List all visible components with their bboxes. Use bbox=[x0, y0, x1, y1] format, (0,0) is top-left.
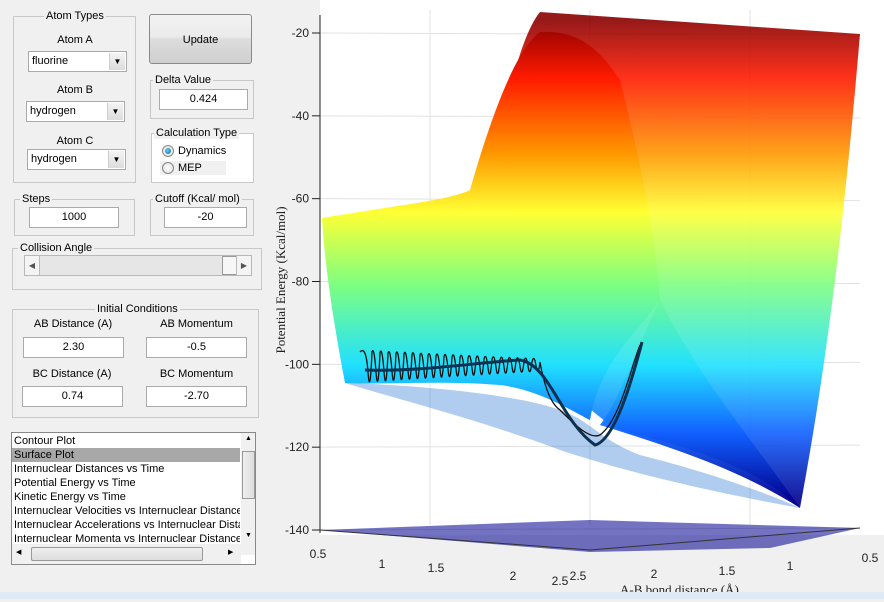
ab-distance-input[interactable]: 2.30 bbox=[23, 337, 124, 358]
slider-right-arrow[interactable]: ▶ bbox=[236, 256, 251, 275]
scroll-left-icon[interactable]: ◀ bbox=[16, 548, 21, 556]
mep-radio[interactable] bbox=[162, 162, 174, 174]
plot-type-listbox[interactable]: Contour Plot Surface Plot Internuclear Dis… bbox=[11, 432, 256, 565]
z-tick-label: -80 bbox=[292, 275, 310, 289]
dynamics-radio[interactable] bbox=[162, 145, 174, 157]
ab-distance-label: AB Distance (A) bbox=[33, 318, 113, 330]
z-tick-label: -140 bbox=[285, 523, 309, 537]
mep-label: MEP bbox=[178, 162, 202, 174]
z-tick-label: -40 bbox=[292, 109, 310, 123]
chevron-down-icon: ▼ bbox=[108, 151, 124, 168]
ab-momentum-input[interactable]: -0.5 bbox=[146, 337, 247, 358]
chevron-down-icon: ▼ bbox=[109, 53, 125, 70]
list-item[interactable]: Contour Plot bbox=[12, 434, 240, 448]
dynamics-label: Dynamics bbox=[178, 145, 227, 157]
atom-a-label: Atom A bbox=[57, 34, 93, 46]
scroll-right-icon[interactable]: ▶ bbox=[228, 548, 233, 556]
x-tick-label-right: 2.5 bbox=[570, 569, 587, 583]
z-tick-label: -100 bbox=[285, 357, 309, 371]
chevron-down-icon: ▼ bbox=[107, 103, 123, 120]
horizontal-scroll-thumb[interactable] bbox=[31, 547, 203, 561]
bc-distance-input[interactable]: 0.74 bbox=[22, 386, 123, 407]
x-tick-label-right: 1 bbox=[787, 559, 794, 573]
vertical-scroll-thumb[interactable] bbox=[242, 451, 255, 499]
steps-input[interactable]: 1000 bbox=[29, 207, 119, 228]
bc-distance-label: BC Distance (A) bbox=[32, 368, 112, 380]
delta-value-input[interactable]: 0.424 bbox=[159, 89, 248, 110]
list-item[interactable]: Surface Plot bbox=[12, 448, 240, 462]
list-item[interactable]: Internuclear Velocities vs Internuclear … bbox=[12, 504, 240, 518]
collision-angle-slider[interactable]: ◀ ▶ bbox=[24, 255, 252, 276]
atom-a-select[interactable]: fluorine ▼ bbox=[28, 51, 127, 72]
z-tick-label: -60 bbox=[292, 192, 310, 206]
atom-c-label: Atom C bbox=[56, 135, 94, 147]
slider-left-arrow[interactable]: ◀ bbox=[25, 256, 40, 275]
x-tick-label-left: 1 bbox=[379, 557, 386, 571]
update-button[interactable]: Update bbox=[149, 14, 252, 64]
vertical-scrollbar[interactable]: ▲ ▼ bbox=[241, 433, 255, 555]
x-tick-label-left: 0.5 bbox=[310, 547, 327, 561]
surface-plot-svg: -20 -40 -60 -80 -100 -120 -140 0.5 1 1.5 2 2.5 2.5 2… bbox=[270, 0, 884, 599]
x-tick-label-left: 1.5 bbox=[428, 561, 445, 575]
window-bottom-edge bbox=[0, 592, 884, 599]
list-item[interactable]: Internuclear Accelerations vs Internucle… bbox=[12, 518, 240, 532]
atom-c-select[interactable]: hydrogen ▼ bbox=[27, 149, 126, 170]
x-tick-label-right: 2 bbox=[651, 567, 658, 581]
list-item[interactable]: Potential Energy vs Time bbox=[12, 476, 240, 490]
scroll-down-icon[interactable]: ▼ bbox=[241, 532, 255, 539]
x-tick-label-left: 2.5 bbox=[552, 574, 569, 588]
x-tick-label-right: 1.5 bbox=[719, 564, 736, 578]
ab-momentum-label: AB Momentum bbox=[160, 318, 233, 330]
list-item[interactable]: Internuclear Distances vs Time bbox=[12, 462, 240, 476]
scroll-up-icon[interactable]: ▲ bbox=[241, 435, 255, 442]
cutoff-input[interactable]: -20 bbox=[164, 207, 247, 228]
x-tick-label-right: 0.5 bbox=[862, 551, 879, 565]
plot-type-list: Contour Plot Surface Plot Internuclear Dis… bbox=[12, 434, 240, 546]
bc-momentum-input[interactable]: -2.70 bbox=[146, 386, 247, 407]
z-tick-label: -120 bbox=[285, 440, 309, 454]
atom-b-label: Atom B bbox=[56, 84, 94, 96]
z-axis-label: Potential Energy (Kcal/mol) bbox=[273, 206, 288, 353]
horizontal-scrollbar[interactable]: ◀ ▶ bbox=[12, 544, 241, 564]
z-tick-label: -20 bbox=[292, 26, 310, 40]
atom-b-select[interactable]: hydrogen ▼ bbox=[26, 101, 125, 122]
x-tick-label-left: 2 bbox=[510, 569, 517, 583]
bc-momentum-label: BC Momentum bbox=[159, 368, 234, 380]
surface-plot[interactable]: -20 -40 -60 -80 -100 -120 -140 0.5 1 1.5 2 2.5 2.5 2… bbox=[270, 0, 884, 599]
list-item[interactable]: Kinetic Energy vs Time bbox=[12, 490, 240, 504]
